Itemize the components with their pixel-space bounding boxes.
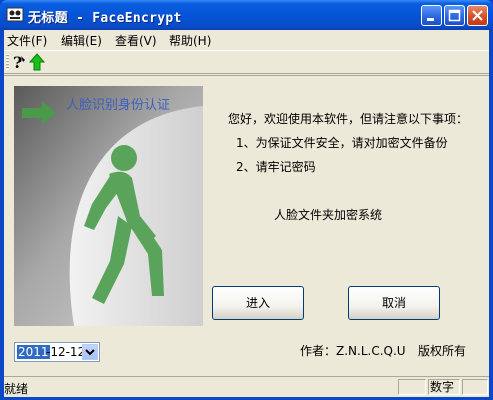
menu-help[interactable]: 帮助(H) <box>169 32 211 49</box>
cancel-button[interactable]: 取消 <box>348 286 440 320</box>
system-name: 人脸文件夹加密系统 <box>274 208 383 222</box>
date-year[interactable]: 2011 <box>17 345 50 359</box>
up-arrow-icon[interactable] <box>28 53 46 71</box>
title-bar[interactable]: 无标题 - FaceEncrypt <box>0 0 493 30</box>
toolbar-grip[interactable] <box>6 54 9 70</box>
greeting-text: 您好，欢迎使用本软件，但请注意以下事项： <box>228 112 469 126</box>
status-bar: 就绪 数字 <box>4 376 489 397</box>
chevron-down-icon <box>85 349 95 356</box>
status-text: 就绪 <box>4 382 29 396</box>
copyright-text: 版权所有 <box>418 344 467 358</box>
app-icon <box>6 7 24 22</box>
date-picker[interactable]: 2011 -12-12 <box>14 342 100 362</box>
enter-button[interactable]: 进入 <box>212 286 304 320</box>
svg-text:?: ? <box>13 53 22 71</box>
status-numlock: 数字 <box>428 379 460 395</box>
window-title: 无标题 - FaceEncrypt <box>28 11 182 26</box>
author-text: 作者：Z.N.L.C.Q.U <box>300 344 406 358</box>
walking-person-graphic <box>14 86 203 326</box>
help-icon[interactable]: ? <box>10 53 28 71</box>
notice-item-2: 2、请牢记密码 <box>236 160 316 174</box>
client-area: 文件(F) 编辑(E) 查看(V) 帮助(H) ? 人脸识别身份认证 您好，欢迎… <box>4 30 489 397</box>
status-pane-grip[interactable] <box>462 379 488 395</box>
toolbar: ? <box>4 50 489 74</box>
maximize-button[interactable] <box>444 5 465 26</box>
minimize-button[interactable] <box>421 5 442 26</box>
app-window: 无标题 - FaceEncrypt 文件(F) 编辑(E) 查看(V) 帮助(H… <box>0 0 493 400</box>
face-auth-banner: 人脸识别身份认证 <box>14 86 203 326</box>
date-month-day[interactable]: -12-12 <box>46 345 85 359</box>
close-button[interactable] <box>467 5 488 26</box>
banner-title: 人脸识别身份认证 <box>66 98 171 113</box>
main-panel: 人脸识别身份认证 您好，欢迎使用本软件，但请注意以下事项： 1、为保证文件安全，… <box>4 75 489 377</box>
notice-item-1: 1、为保证文件安全，请对加密文件备份 <box>236 136 448 150</box>
menu-view[interactable]: 查看(V) <box>115 32 157 49</box>
menu-edit[interactable]: 编辑(E) <box>61 32 102 49</box>
status-pane-empty <box>398 379 426 395</box>
menu-bar: 文件(F) 编辑(E) 查看(V) 帮助(H) <box>4 30 489 49</box>
menu-file[interactable]: 文件(F) <box>7 32 47 49</box>
date-dropdown-button[interactable] <box>82 344 98 360</box>
